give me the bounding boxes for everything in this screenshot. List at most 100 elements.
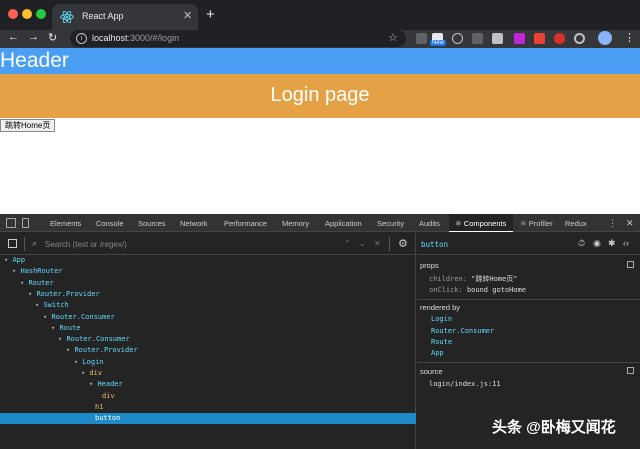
close-window-button[interactable] — [8, 9, 18, 19]
search-next-icon[interactable]: ⌄ — [359, 239, 366, 248]
rendered-by-item[interactable]: App — [431, 349, 444, 357]
shield-extension-icon[interactable] — [452, 33, 463, 44]
browser-menu-icon[interactable]: ⋮ — [624, 31, 635, 44]
extension-icon[interactable] — [534, 33, 545, 44]
react-icon — [60, 10, 74, 24]
tree-node[interactable]: ▾ Login — [0, 357, 416, 368]
watermark-text: 头条 @卧梅又闻花 — [492, 419, 616, 436]
tab-security[interactable]: Security — [377, 219, 404, 228]
tab-redux[interactable]: Redux — [565, 219, 587, 228]
back-button[interactable]: ← — [8, 31, 19, 43]
search-prev-icon[interactable]: ⌃ — [344, 239, 351, 248]
tree-node[interactable]: ▾ Header — [0, 379, 416, 390]
url-host: localhost — [92, 33, 128, 43]
devtools-close-icon[interactable]: ✕ — [626, 218, 634, 229]
props-title: props — [420, 261, 439, 270]
tab-performance[interactable]: Performance — [224, 219, 267, 228]
extension-icon[interactable] — [514, 33, 525, 44]
prop-value: bound gotoHome — [466, 286, 526, 294]
tree-node-label: HashRouter — [20, 267, 63, 276]
tree-node-label: button — [95, 414, 121, 423]
prop-key: onClick: — [429, 286, 463, 294]
tab-profiler[interactable]: ⚛ Profiler — [520, 219, 553, 228]
profile-avatar[interactable] — [598, 31, 612, 45]
tree-node[interactable]: button — [0, 413, 416, 425]
tree-node[interactable]: ▾ Router.Provider — [0, 289, 416, 300]
tree-node[interactable]: ▾ App — [0, 255, 416, 266]
copy-source-icon[interactable] — [627, 367, 634, 374]
tree-node[interactable]: ▾ Switch — [0, 300, 416, 311]
tree-node-label: Router.Provider — [74, 346, 138, 355]
extension-icon[interactable] — [574, 33, 585, 44]
address-bar[interactable]: i localhost:3000/#/login ☆ — [70, 30, 406, 47]
maximize-window-button[interactable] — [36, 9, 46, 19]
tree-node-label: Switch — [43, 301, 69, 310]
devtools-menu-icon[interactable]: ⋮ — [608, 218, 617, 229]
settings-gear-icon[interactable]: ⚙ — [398, 237, 408, 250]
goto-home-button[interactable]: 跳转Home页 — [0, 119, 56, 132]
divider — [389, 237, 390, 251]
divider — [24, 237, 25, 251]
tab-console[interactable]: Console — [96, 219, 124, 228]
inspector-header: button ⏱ ◉ ✱ ‹› — [417, 233, 640, 255]
tree-node[interactable]: ▾ Route — [0, 323, 416, 334]
tab-sources[interactable]: Sources — [138, 219, 166, 228]
select-element-icon[interactable] — [8, 239, 17, 248]
tree-node[interactable]: ▾ Router.Provider — [0, 345, 416, 356]
extension-icon[interactable] — [416, 33, 427, 44]
tab-components[interactable]: ⚛ Components — [455, 219, 506, 228]
tree-search-bar: ⌕ Search (text or /regex/) ⌃ ⌄ ✕ ⚙ — [0, 233, 416, 255]
bookmark-star-icon[interactable]: ☆ — [388, 31, 398, 44]
tree-node[interactable]: h1 — [0, 402, 416, 413]
tab-elements[interactable]: Elements — [50, 219, 81, 228]
tab-application[interactable]: Application — [325, 219, 362, 228]
tree-node[interactable]: div — [0, 391, 416, 402]
rendered-by-item[interactable]: Router.Consumer — [431, 327, 494, 335]
prop-value[interactable]: "跳转Home页" — [471, 275, 517, 283]
tree-node[interactable]: ▾ Router.Consumer — [0, 334, 416, 345]
browser-toolbar: ← → ↻ i localhost:3000/#/login ☆ New ⋮ — [0, 30, 640, 48]
tree-node-label: h1 — [95, 402, 104, 411]
search-input[interactable]: Search (text or /regex/) — [45, 240, 127, 249]
new-tab-button[interactable]: + — [206, 6, 215, 23]
divider — [417, 362, 640, 363]
new-badge: New — [430, 40, 447, 46]
tab-memory[interactable]: Memory — [282, 219, 309, 228]
tree-node-label: div — [102, 391, 115, 400]
reload-button[interactable]: ↻ — [48, 31, 57, 44]
tree-node-label: Router.Provider — [36, 289, 100, 298]
eye-icon[interactable]: ◉ — [593, 238, 601, 249]
minimize-window-button[interactable] — [22, 9, 32, 19]
site-info-icon[interactable]: i — [76, 33, 87, 44]
view-source-icon[interactable]: ‹› — [623, 238, 629, 248]
app-header: Header — [0, 48, 640, 74]
search-icon: ⌕ — [32, 238, 38, 248]
tree-node-label: App — [12, 256, 26, 264]
tree-node[interactable]: ▾ Router — [0, 278, 416, 289]
header-text: Header — [0, 49, 69, 72]
extension-icon[interactable] — [492, 33, 503, 44]
device-toolbar-icon[interactable] — [22, 218, 29, 228]
tree-node[interactable]: ▾ Router.Consumer — [0, 312, 416, 323]
tree-node[interactable]: ▾ div — [0, 368, 416, 379]
extension-icon[interactable] — [554, 33, 565, 44]
inspect-element-icon[interactable] — [6, 218, 16, 228]
tab-close-icon[interactable]: ✕ — [183, 9, 192, 22]
tree-node-label: Route — [59, 323, 81, 332]
rendered-by-item[interactable]: Login — [431, 315, 452, 323]
rendered-by-item[interactable]: Route — [431, 338, 452, 346]
stopwatch-icon[interactable]: ⏱ — [578, 238, 585, 249]
tree-node-label: Login — [82, 357, 104, 366]
page-viewport: Header Login page 跳转Home页 — [0, 48, 640, 214]
bug-icon[interactable]: ✱ — [608, 238, 616, 249]
browser-tab[interactable]: React App ✕ — [52, 4, 198, 30]
search-clear-icon[interactable]: ✕ — [374, 239, 381, 248]
tab-network[interactable]: Network — [180, 219, 208, 228]
tab-audits[interactable]: Audits — [419, 219, 440, 228]
copy-props-icon[interactable] — [627, 261, 634, 268]
forward-button[interactable]: → — [28, 31, 39, 43]
extension-icon[interactable] — [472, 33, 483, 44]
page-title: Login page — [270, 84, 370, 106]
active-tab-indicator — [449, 231, 513, 232]
tree-node[interactable]: ▾ HashRouter — [0, 266, 416, 277]
